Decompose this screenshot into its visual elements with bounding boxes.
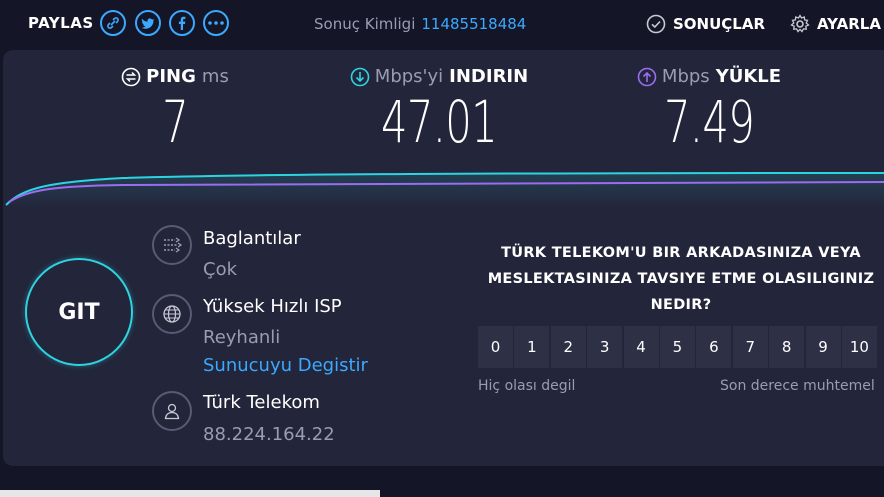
download-header: Mbps'yi INDIRIN	[339, 66, 539, 87]
go-button[interactable]: GIT	[25, 258, 133, 366]
download-value: 47.01	[381, 88, 498, 156]
results-label: SONUÇLAR	[673, 15, 766, 33]
check-circle-icon	[646, 14, 666, 34]
link-icon[interactable]	[100, 10, 126, 36]
rating-button-7[interactable]: 7	[732, 326, 768, 368]
ping-metric: PING ms 7	[95, 66, 255, 157]
upload-label: YÜKLE	[715, 66, 782, 87]
download-arrow-icon	[350, 67, 370, 87]
upload-value: 7.49	[663, 88, 755, 156]
provider-name: Türk Telekom	[203, 392, 320, 413]
rating-button-10[interactable]: 10	[841, 326, 877, 368]
scale-high-label: Son derece muhtemel	[720, 378, 875, 394]
upload-unit: Mbps	[661, 66, 710, 87]
isp-label: Yüksek Hızlı ISP	[203, 296, 342, 317]
server-location: Reyhanli	[203, 327, 281, 348]
scale-low-label: Hiç olası degil	[478, 378, 576, 394]
ping-value: 7	[162, 88, 189, 156]
gear-icon	[790, 14, 810, 34]
rating-button-6[interactable]: 6	[696, 326, 732, 368]
share-label: PAYLAS	[28, 14, 94, 32]
rating-button-5[interactable]: 5	[659, 326, 695, 368]
download-metric: Mbps'yi INDIRIN 47.01	[339, 66, 539, 157]
top-bar: PAYLAS Sonuç Kimligi 11485518484 SONUÇLAR…	[0, 0, 884, 48]
ping-header: PING ms	[95, 66, 255, 87]
connections-value: Çok	[203, 259, 238, 280]
globe-icon	[152, 294, 192, 334]
connections-icon	[152, 225, 192, 265]
rating-button-1[interactable]: 1	[514, 326, 550, 368]
rating-scale: 0 1 2 3 4 5 6 7 8 9 10	[478, 326, 878, 368]
facebook-icon[interactable]	[169, 10, 195, 36]
ip-address: 88.224.164.22	[203, 424, 335, 445]
rating-button-2[interactable]: 2	[550, 326, 586, 368]
ad-strip	[0, 490, 380, 497]
result-id-label: Sonuç Kimligi	[314, 15, 416, 33]
result-id: Sonuç Kimligi 11485518484	[314, 15, 526, 33]
upload-arrow-icon	[637, 67, 657, 87]
user-icon	[152, 391, 192, 431]
speed-graph	[5, 172, 884, 208]
rating-button-0[interactable]: 0	[478, 326, 513, 368]
download-label: INDIRIN	[449, 66, 529, 87]
upload-metric: Mbps YÜKLE 7.49	[629, 66, 789, 157]
results-panel: PING ms 7 Mbps'yi INDIRIN 47.01 Mbps YÜK…	[3, 50, 884, 466]
result-id-value[interactable]: 11485518484	[421, 15, 526, 33]
change-server-link[interactable]: Sunucuyu Degistir	[203, 355, 368, 376]
ping-icon	[121, 67, 141, 87]
rating-button-4[interactable]: 4	[623, 326, 659, 368]
survey-question: TÜRK TELEKOM'U BIR ARKADASINIZA VEYA MES…	[487, 245, 875, 313]
more-icon[interactable]	[203, 10, 229, 36]
rating-button-8[interactable]: 8	[769, 326, 805, 368]
connections-label: Baglantılar	[203, 228, 301, 249]
settings-nav[interactable]: AYARLA	[790, 14, 881, 34]
upload-header: Mbps YÜKLE	[629, 66, 789, 87]
ping-label: PING	[146, 66, 196, 87]
go-button-label: GIT	[58, 299, 100, 325]
settings-label: AYARLA	[817, 15, 881, 33]
rating-button-9[interactable]: 9	[805, 326, 841, 368]
results-nav[interactable]: SONUÇLAR	[646, 14, 765, 34]
download-unit: Mbps'yi	[374, 66, 444, 87]
ping-unit: ms	[201, 66, 229, 87]
rating-button-3[interactable]: 3	[587, 326, 623, 368]
twitter-icon[interactable]	[135, 10, 161, 36]
